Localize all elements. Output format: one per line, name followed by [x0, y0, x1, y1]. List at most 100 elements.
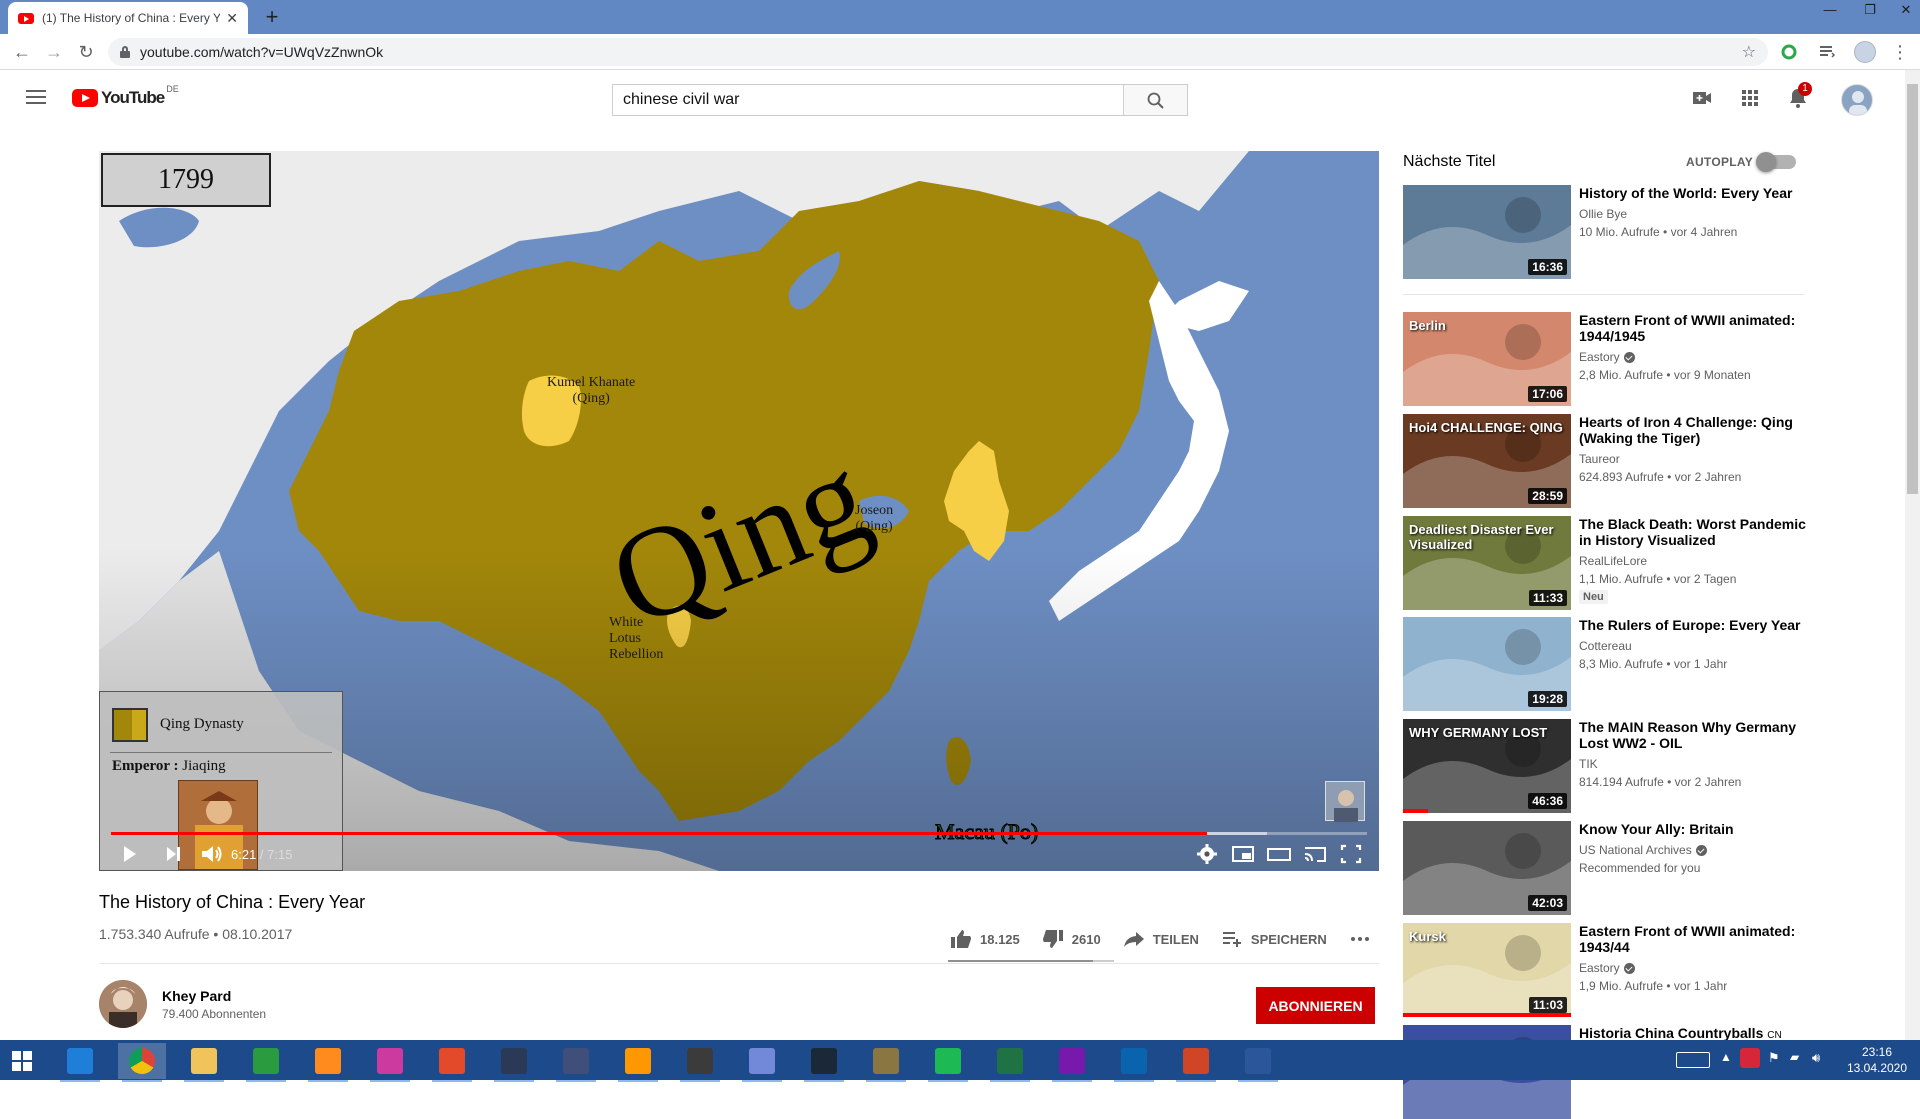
video-player[interactable]: 1799 Qing Kumel Khanate (Qing) Joseon (Q…: [99, 151, 1379, 871]
channel-watermark[interactable]: [1325, 781, 1365, 822]
progress-bar[interactable]: [111, 832, 1367, 835]
recommendation-channel[interactable]: Eastory: [1579, 350, 1635, 364]
recommendation-title[interactable]: History of the World: Every Year: [1579, 185, 1809, 201]
taskbar-app[interactable]: [56, 1043, 104, 1082]
recommendation-channel[interactable]: RealLifeLore: [1579, 554, 1647, 568]
search-button[interactable]: [1123, 85, 1187, 115]
video-thumbnail[interactable]: Deadliest Disaster Ever Visualized 11:33: [1403, 516, 1571, 610]
recommendation-title[interactable]: The Black Death: Worst Pandemic in Histo…: [1579, 516, 1809, 548]
recommendation-channel[interactable]: Cottereau: [1579, 639, 1632, 653]
network-icon[interactable]: ▰: [1790, 1050, 1799, 1090]
recommendation-item[interactable]: Berlin 17:06 Eastern Front of WWII animate…: [1403, 312, 1813, 406]
recommendation-item[interactable]: Hoi4 CHALLENGE: QING 28:59 Hearts of Iron …: [1403, 414, 1813, 508]
address-bar[interactable]: youtube.com/watch?v=UWqVzZnwnOk ☆: [108, 38, 1768, 66]
minimize-button[interactable]: —: [1810, 0, 1850, 20]
taskbar-app[interactable]: [118, 1043, 166, 1082]
guide-menu-icon[interactable]: [26, 90, 46, 104]
apps-grid-icon[interactable]: [1738, 86, 1762, 110]
taskbar-app[interactable]: [924, 1043, 972, 1082]
channel-name[interactable]: Khey Pard: [162, 988, 231, 1004]
account-avatar[interactable]: [1841, 84, 1873, 116]
taskbar-app[interactable]: [366, 1043, 414, 1082]
recommendation-channel[interactable]: Ollie Bye: [1579, 207, 1627, 221]
forward-button[interactable]: →: [42, 41, 66, 63]
taskbar-app[interactable]: [242, 1043, 290, 1082]
browser-tab-active[interactable]: (1) The History of China : Every Year ✕: [8, 2, 248, 34]
miniplayer-icon[interactable]: [1229, 841, 1257, 867]
action-flag-icon[interactable]: ⚑: [1768, 1050, 1780, 1090]
taskbar-app[interactable]: [738, 1043, 786, 1082]
video-thumbnail[interactable]: Kursk 11:03: [1403, 923, 1571, 1017]
taskbar-app[interactable]: [800, 1043, 848, 1082]
recommendation-title[interactable]: The Rulers of Europe: Every Year: [1579, 617, 1809, 633]
windows-start-icon[interactable]: [12, 1051, 32, 1071]
profile-avatar-icon[interactable]: [1854, 41, 1876, 63]
autoplay-toggle[interactable]: [1756, 152, 1796, 172]
video-thumbnail[interactable]: WHY GERMANY LOST 46:36: [1403, 719, 1571, 813]
taskbar-app[interactable]: [428, 1043, 476, 1082]
page-scrollbar[interactable]: [1905, 70, 1920, 1040]
search-input[interactable]: [613, 85, 1123, 115]
chrome-menu-icon[interactable]: ⋮: [1888, 41, 1912, 63]
bookmark-star-icon[interactable]: ☆: [1742, 42, 1756, 62]
restore-button[interactable]: ❐: [1850, 0, 1890, 20]
taskbar-app[interactable]: [986, 1043, 1034, 1082]
theater-mode-icon[interactable]: [1265, 841, 1293, 867]
video-thumbnail[interactable]: 19:28: [1403, 617, 1571, 711]
more-actions-button[interactable]: [1349, 929, 1379, 949]
speaker-icon[interactable]: 🔊︎: [1812, 1050, 1820, 1090]
taskbar-app[interactable]: [180, 1043, 228, 1082]
subscribe-button[interactable]: ABONNIEREN: [1256, 987, 1375, 1024]
recommendation-title[interactable]: The MAIN Reason Why Germany Lost WW2 - O…: [1579, 719, 1809, 751]
tray-overflow-icon[interactable]: ▲: [1720, 1050, 1732, 1090]
close-window-button[interactable]: ✕: [1886, 0, 1920, 20]
new-tab-button[interactable]: +: [258, 4, 286, 32]
notifications-button[interactable]: 1: [1786, 82, 1812, 110]
taskbar-app[interactable]: [862, 1043, 910, 1082]
taskbar-app[interactable]: [1048, 1043, 1096, 1082]
taskbar-app[interactable]: [1110, 1043, 1158, 1082]
video-thumbnail[interactable]: 42:03: [1403, 821, 1571, 915]
save-button[interactable]: SPEICHERN: [1221, 929, 1327, 949]
recommendation-channel[interactable]: Eastory: [1579, 961, 1635, 975]
share-button[interactable]: TEILEN: [1123, 929, 1199, 949]
cast-icon[interactable]: [1301, 841, 1329, 867]
recommendation-item[interactable]: 16:36 History of the World: Every Year Oll…: [1403, 185, 1813, 279]
reload-button[interactable]: ↻: [74, 41, 98, 63]
tray-app-icon[interactable]: [1740, 1048, 1760, 1068]
recommendation-channel[interactable]: Taureor: [1579, 452, 1620, 466]
recommendation-item[interactable]: Kursk 11:03 Eastern Front of WWII animated…: [1403, 923, 1813, 1017]
tab-close-icon[interactable]: ✕: [226, 10, 238, 27]
recommendation-title[interactable]: Hearts of Iron 4 Challenge: Qing (Waking…: [1579, 414, 1809, 446]
reading-list-icon[interactable]: [1818, 43, 1836, 61]
like-button[interactable]: 18.125: [950, 929, 1020, 949]
taskbar-app[interactable]: [490, 1043, 538, 1082]
back-button[interactable]: ←: [10, 41, 34, 63]
play-icon[interactable]: [115, 841, 143, 867]
recommendation-item[interactable]: WHY GERMANY LOST 46:36 The MAIN Reason Why…: [1403, 719, 1813, 813]
recommendation-item[interactable]: 42:03 Know Your Ally: Britain US National …: [1403, 821, 1813, 915]
taskbar-app[interactable]: [676, 1043, 724, 1082]
settings-gear-icon[interactable]: [1193, 841, 1221, 867]
video-thumbnail[interactable]: Hoi4 CHALLENGE: QING 28:59: [1403, 414, 1571, 508]
video-thumbnail[interactable]: 16:36: [1403, 185, 1571, 279]
taskbar-app[interactable]: [552, 1043, 600, 1082]
fullscreen-icon[interactable]: [1337, 841, 1365, 867]
video-thumbnail[interactable]: Berlin 17:06: [1403, 312, 1571, 406]
volume-icon[interactable]: [197, 841, 225, 867]
taskbar-app[interactable]: [304, 1043, 352, 1082]
keyboard-icon[interactable]: [1676, 1052, 1710, 1068]
create-video-icon[interactable]: [1690, 86, 1714, 110]
extension-ring-icon[interactable]: [1780, 43, 1798, 61]
recommendation-title[interactable]: Eastern Front of WWII animated: 1943/44: [1579, 923, 1809, 955]
taskbar-app[interactable]: [1172, 1043, 1220, 1082]
dislike-button[interactable]: 2610: [1042, 929, 1101, 949]
scrollbar-thumb[interactable]: [1907, 84, 1918, 494]
recommendation-item[interactable]: Deadliest Disaster Ever Visualized 11:33 T…: [1403, 516, 1813, 610]
recommendation-channel[interactable]: US National Archives: [1579, 843, 1707, 857]
taskbar-app[interactable]: [1234, 1043, 1282, 1082]
taskbar-app[interactable]: [614, 1043, 662, 1082]
recommendation-title[interactable]: Know Your Ally: Britain: [1579, 821, 1809, 837]
recommendation-item[interactable]: 19:28 The Rulers of Europe: Every Year Cot…: [1403, 617, 1813, 711]
recommendation-title[interactable]: Eastern Front of WWII animated: 1944/194…: [1579, 312, 1809, 344]
